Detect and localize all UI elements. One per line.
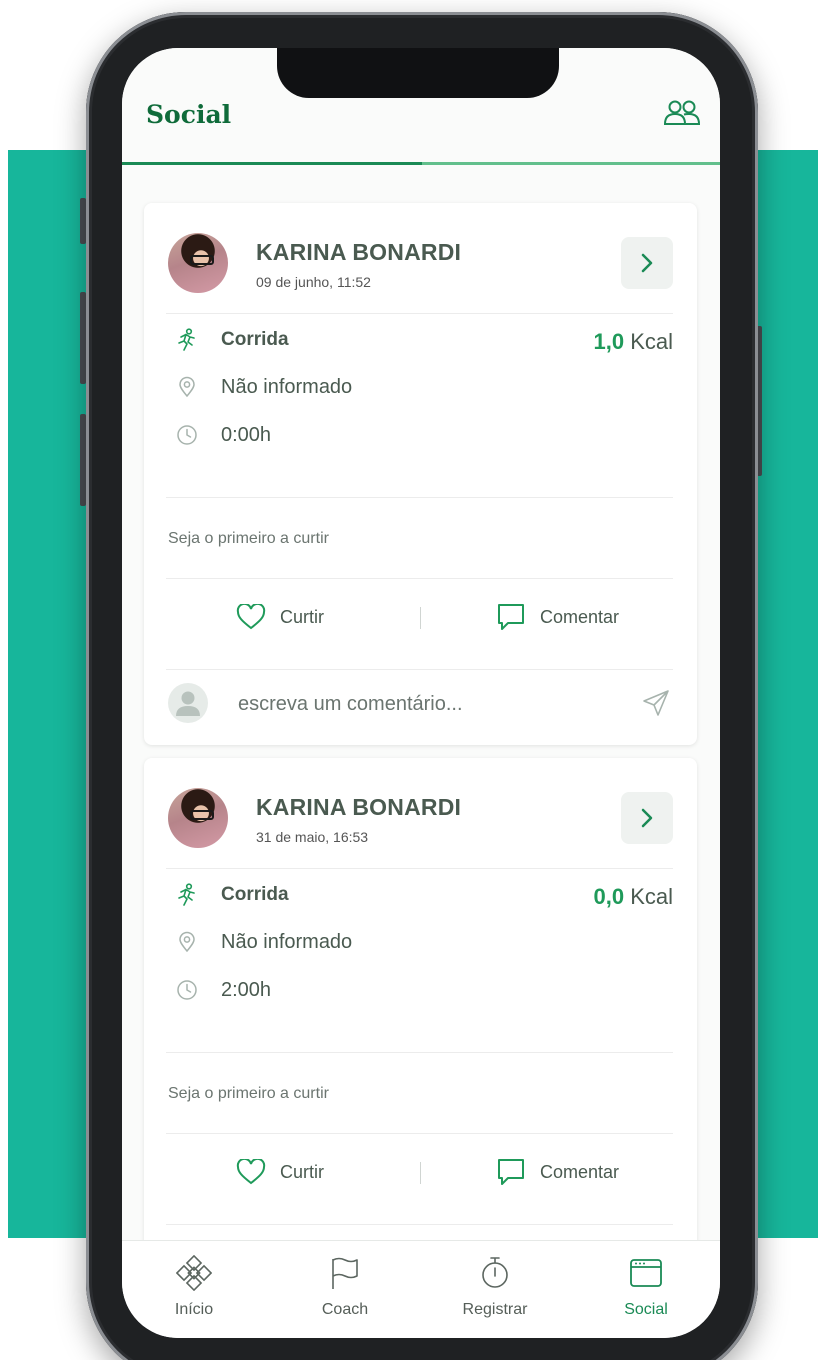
heart-icon <box>236 1159 266 1185</box>
phone-notch <box>277 48 559 98</box>
home-logo-icon <box>176 1255 212 1291</box>
divider <box>166 1224 673 1225</box>
social-feed-icon <box>630 1259 662 1287</box>
app-screen: Social KARINA BONARDI 09 de junho, 11:52 <box>122 48 720 1338</box>
comment-input[interactable] <box>236 688 620 720</box>
divider <box>166 1133 673 1134</box>
post-date: 31 de maio, 16:53 <box>256 829 369 845</box>
comment-label: Comentar <box>540 606 620 627</box>
clock-icon <box>177 425 197 445</box>
bottom-nav: Início Coach Registrar Social <box>122 1240 720 1338</box>
comment-icon <box>498 604 524 630</box>
friends-icon[interactable] <box>664 100 700 126</box>
divider <box>166 1052 673 1053</box>
mockup-stage: Social KARINA BONARDI 09 de junho, 11:52 <box>0 0 818 1360</box>
page-title: Social <box>146 100 232 129</box>
tab-indicator-inactive <box>422 162 720 165</box>
nav-item-registrar[interactable]: Registrar <box>440 1255 550 1319</box>
user-avatar[interactable] <box>168 788 228 848</box>
location-pin-icon <box>179 376 195 398</box>
comment-label: Comentar <box>540 1161 620 1182</box>
comment-button[interactable]: Comentar <box>496 1157 619 1187</box>
post-card: KARINA BONARDI 09 de junho, 11:52 Corrid… <box>144 203 697 745</box>
duration-text: 2:00h <box>221 979 272 1001</box>
divider <box>166 578 673 579</box>
nav-item-coach[interactable]: Coach <box>290 1255 400 1319</box>
nav-item-inicio[interactable]: Início <box>139 1255 249 1319</box>
nav-label-coach: Coach <box>321 1301 369 1318</box>
running-icon <box>178 883 195 906</box>
open-post-button[interactable] <box>621 237 673 289</box>
clock-icon <box>177 980 197 1000</box>
user-name[interactable]: KARINA BONARDI <box>256 794 461 821</box>
like-button[interactable]: Curtir <box>236 604 324 630</box>
comment-icon <box>498 1159 524 1185</box>
like-button[interactable]: Curtir <box>236 1159 324 1185</box>
divider <box>166 868 673 869</box>
post-card: KARINA BONARDI 31 de maio, 16:53 Corrida… <box>144 758 697 1318</box>
stopwatch-icon <box>482 1257 508 1288</box>
kcal-unit: Kcal <box>630 329 673 354</box>
like-label: Curtir <box>280 1161 324 1182</box>
send-icon[interactable] <box>641 688 671 718</box>
tab-indicator-active <box>122 162 422 165</box>
post-date: 09 de junho, 11:52 <box>256 274 371 290</box>
duration-text: 0:00h <box>221 424 272 446</box>
nav-label-social: Social <box>624 1301 668 1318</box>
tab-indicator <box>122 162 720 165</box>
kcal-number: 1,0 <box>593 329 625 354</box>
open-post-button[interactable] <box>621 792 673 844</box>
action-separator <box>420 1162 421 1184</box>
action-separator <box>420 607 421 629</box>
activity-name: Corrida <box>221 884 289 905</box>
user-name[interactable]: KARINA BONARDI <box>256 239 461 266</box>
comment-avatar <box>168 683 208 723</box>
divider <box>166 497 673 498</box>
location-pin-icon <box>179 931 195 953</box>
user-avatar[interactable] <box>168 233 228 293</box>
flag-icon <box>332 1257 358 1289</box>
kcal-value: 1,0 Kcal <box>593 329 673 355</box>
chevron-right-icon <box>641 253 653 273</box>
running-icon <box>178 328 195 351</box>
divider <box>166 669 673 670</box>
kcal-unit: Kcal <box>630 884 673 909</box>
kcal-number: 0,0 <box>593 884 625 909</box>
like-label: Curtir <box>280 606 324 627</box>
location-text: Não informado <box>221 931 353 953</box>
divider <box>166 313 673 314</box>
likes-text: Seja o primeiro a curtir <box>168 1085 329 1102</box>
kcal-value: 0,0 Kcal <box>593 884 673 910</box>
user-placeholder-icon <box>176 691 200 716</box>
location-text: Não informado <box>221 376 353 398</box>
nav-label-inicio: Início <box>174 1301 214 1318</box>
activity-name: Corrida <box>221 329 289 350</box>
comment-button[interactable]: Comentar <box>496 602 619 632</box>
nav-item-social[interactable]: Social <box>591 1255 701 1319</box>
likes-text: Seja o primeiro a curtir <box>168 530 329 547</box>
chevron-right-icon <box>641 808 653 828</box>
nav-label-registrar: Registrar <box>462 1301 528 1318</box>
heart-icon <box>236 604 266 630</box>
